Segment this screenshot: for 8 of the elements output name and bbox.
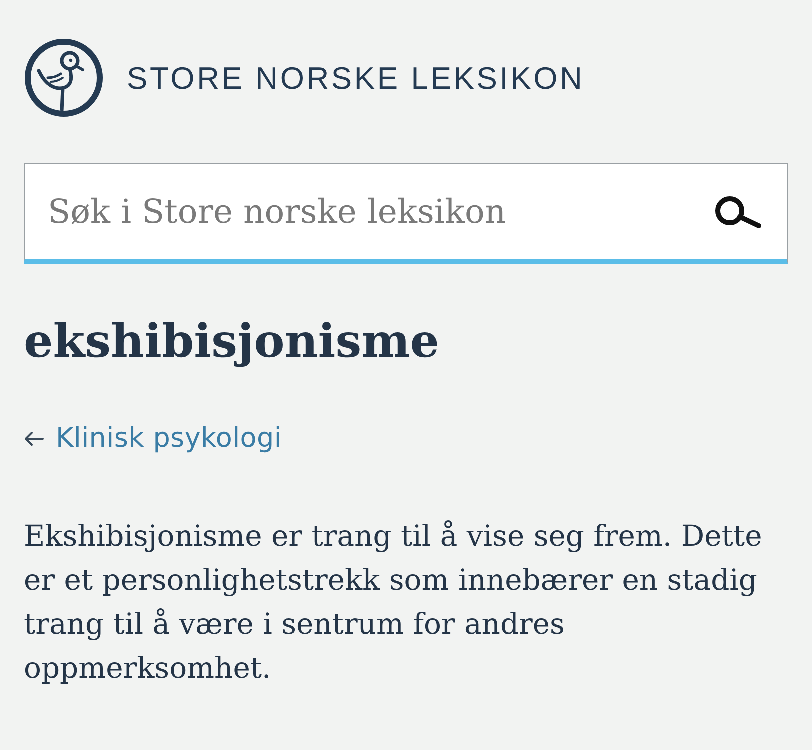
search-field[interactable]: Søk i Store norske leksikon xyxy=(24,163,788,264)
article-summary: Ekshibisjonisme er trang til å vise seg frem. Dette er et personlighetstrekk som innebærer en stadig trang til å være i sentrum for andres oppmerksomhet. xyxy=(24,518,764,688)
site-title[interactable]: STORE NORSKE LEKSIKON xyxy=(127,62,585,94)
search-icon xyxy=(714,195,762,229)
bird-logo-icon[interactable] xyxy=(24,38,104,118)
arrow-left-icon xyxy=(24,430,44,447)
breadcrumb-link[interactable]: Klinisk psykologi xyxy=(56,423,282,454)
article-title: ekshibisjonisme xyxy=(24,314,441,370)
